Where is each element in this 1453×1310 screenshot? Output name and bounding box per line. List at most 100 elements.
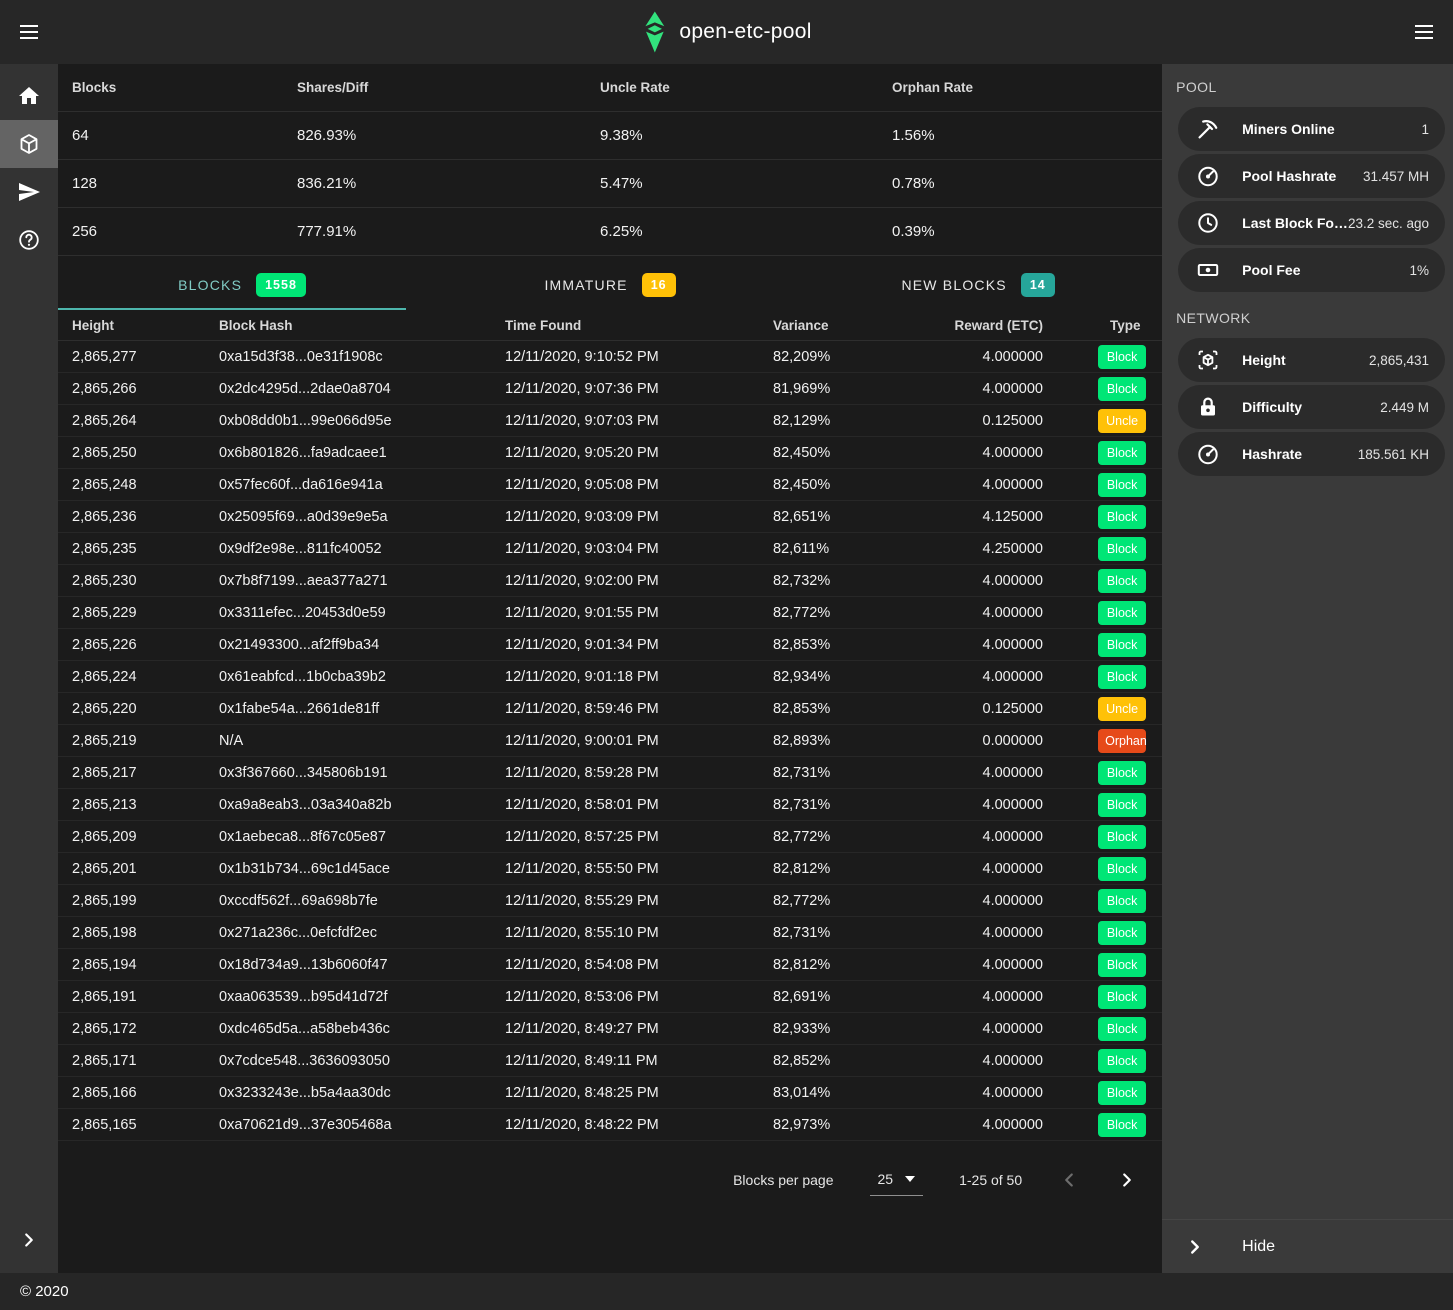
- cell-reward: 4.000000: [906, 381, 1096, 397]
- cell-variance: 82,973%: [759, 1117, 906, 1133]
- table-row: 2,865,166 0x3233243e...b5a4aa30dc 12/11/…: [58, 1077, 1162, 1109]
- cell-reward: 4.000000: [906, 477, 1096, 493]
- cell-variance: 82,611%: [759, 541, 906, 557]
- cell-height: 2,865,220: [58, 701, 205, 717]
- cell-block-hash: 0xa15d3f38...0e31f1908c: [205, 349, 491, 365]
- cell-height: 2,865,226: [58, 637, 205, 653]
- cell-type: Block: [1096, 857, 1162, 881]
- cell-time-found: 12/11/2020, 9:01:55 PM: [491, 605, 759, 621]
- next-page-button[interactable]: [1116, 1169, 1138, 1191]
- cell-height: 2,865,201: [58, 861, 205, 877]
- table-row: 2,865,219 N/A 12/11/2020, 9:00:01 PM 82,…: [58, 725, 1162, 757]
- type-badge: Uncle: [1098, 697, 1146, 721]
- cell-block-hash: 0x1b31b734...69c1d45ace: [205, 861, 491, 877]
- chevron-left-icon: [1058, 1169, 1080, 1191]
- cell-time-found: 12/11/2020, 9:10:52 PM: [491, 349, 759, 365]
- cell-block-hash: 0x271a236c...0efcfdf2ec: [205, 925, 491, 941]
- cell-time-found: 12/11/2020, 9:01:18 PM: [491, 669, 759, 685]
- cell-reward: 0.000000: [906, 733, 1096, 749]
- cell-type: Block: [1096, 953, 1162, 977]
- list-item: Difficulty 2.449 M: [1178, 385, 1445, 429]
- cell-variance: 82,209%: [759, 349, 906, 365]
- tab-blocks[interactable]: BLOCKS 1558: [58, 262, 426, 308]
- luck-stats-table: Blocks Shares/Diff Uncle Rate Orphan Rat…: [58, 64, 1162, 256]
- sidebar-item-help[interactable]: [0, 216, 58, 264]
- per-page-value: 25: [878, 1171, 894, 1187]
- tab-new-blocks[interactable]: NEW BLOCKS 14: [794, 262, 1162, 308]
- tab-immature[interactable]: IMMATURE 16: [426, 262, 794, 308]
- cell-block-hash: 0x3311efec...20453d0e59: [205, 605, 491, 621]
- brand: open-etc-pool: [641, 11, 811, 53]
- cell-time-found: 12/11/2020, 8:57:25 PM: [491, 829, 759, 845]
- type-badge: Uncle: [1098, 409, 1146, 433]
- cell-type: Block: [1096, 1081, 1162, 1105]
- stats-shares-diff-value: 777.91%: [283, 223, 586, 240]
- chevron-right-icon: [1184, 1236, 1206, 1258]
- header-variance: Variance: [759, 318, 906, 333]
- cell-height: 2,865,229: [58, 605, 205, 621]
- cell-reward: 4.000000: [906, 1053, 1096, 1069]
- cell-block-hash: 0x25095f69...a0d39e9e5a: [205, 509, 491, 525]
- page-range: 1-25 of 50: [959, 1172, 1022, 1188]
- immature-count-badge: 16: [642, 273, 676, 297]
- cell-variance: 82,450%: [759, 445, 906, 461]
- cell-height: 2,865,171: [58, 1053, 205, 1069]
- overflow-menu-button[interactable]: [1411, 20, 1437, 44]
- app-window: open-etc-pool: [0, 0, 1453, 1310]
- cell-height: 2,865,248: [58, 477, 205, 493]
- table-row: 2,865,264 0xb08dd0b1...99e066d95e 12/11/…: [58, 405, 1162, 437]
- stats-table-body: 64 826.93% 9.38% 1.56% 128 836.21% 5.47%…: [58, 112, 1162, 256]
- stats-blocks-value: 64: [58, 127, 283, 144]
- cell-time-found: 12/11/2020, 8:53:06 PM: [491, 989, 759, 1005]
- cell-block-hash: 0x21493300...af2ff9ba34: [205, 637, 491, 653]
- sidebar-item-home[interactable]: [0, 72, 58, 120]
- cell-block-hash: 0xa70621d9...37e305468a: [205, 1117, 491, 1133]
- cell-reward: 4.000000: [906, 637, 1096, 653]
- cell-block-hash: 0x9df2e98e...811fc40052: [205, 541, 491, 557]
- cell-type: Block: [1096, 441, 1162, 465]
- stat-label: Difficulty: [1242, 399, 1302, 415]
- cell-type: Block: [1096, 1113, 1162, 1137]
- table-row: 2,865,165 0xa70621d9...37e305468a 12/11/…: [58, 1109, 1162, 1141]
- cell-time-found: 12/11/2020, 8:58:01 PM: [491, 797, 759, 813]
- table-row: 2,865,248 0x57fec60f...da616e941a 12/11/…: [58, 469, 1162, 501]
- cell-variance: 82,933%: [759, 1021, 906, 1037]
- stats-orphan-rate-value: 1.56%: [878, 127, 1162, 144]
- prev-page-button[interactable]: [1058, 1169, 1080, 1191]
- menu-button[interactable]: [16, 20, 42, 44]
- type-badge: Block: [1098, 601, 1146, 625]
- stats-uncle-rate-value: 9.38%: [586, 127, 878, 144]
- hamburger-icon: [1415, 25, 1433, 27]
- clock-icon: [1196, 211, 1220, 235]
- cell-reward: 4.000000: [906, 1117, 1096, 1133]
- type-badge: Block: [1098, 569, 1146, 593]
- table-row: 2,865,229 0x3311efec...20453d0e59 12/11/…: [58, 597, 1162, 629]
- cell-reward: 4.000000: [906, 573, 1096, 589]
- hide-sidebar-button[interactable]: Hide: [1162, 1219, 1453, 1273]
- stats-orphan-rate-value: 0.78%: [878, 175, 1162, 192]
- cell-height: 2,865,236: [58, 509, 205, 525]
- cell-type: Block: [1096, 633, 1162, 657]
- stats-header-orphan-rate: Orphan Rate: [878, 80, 1162, 95]
- per-page-select[interactable]: 25: [870, 1165, 924, 1196]
- sidebar-collapse-button[interactable]: [0, 1229, 58, 1251]
- type-badge: Block: [1098, 1049, 1146, 1073]
- type-badge: Block: [1098, 1017, 1146, 1041]
- type-badge: Block: [1098, 793, 1146, 817]
- table-row: 2,865,198 0x271a236c...0efcfdf2ec 12/11/…: [58, 917, 1162, 949]
- cell-reward: 4.000000: [906, 861, 1096, 877]
- cell-type: Orphan: [1096, 729, 1162, 753]
- cell-block-hash: 0x7cdce548...3636093050: [205, 1053, 491, 1069]
- cell-time-found: 12/11/2020, 9:02:00 PM: [491, 573, 759, 589]
- cell-variance: 82,731%: [759, 925, 906, 941]
- cell-height: 2,865,277: [58, 349, 205, 365]
- stat-label: Pool Fee: [1242, 262, 1300, 278]
- cell-block-hash: 0x6b801826...fa9adcaee1: [205, 445, 491, 461]
- type-badge: Block: [1098, 505, 1146, 529]
- cell-time-found: 12/11/2020, 8:55:10 PM: [491, 925, 759, 941]
- topbar: open-etc-pool: [0, 0, 1453, 64]
- sidebar-item-blocks[interactable]: [0, 120, 58, 168]
- cell-type: Block: [1096, 825, 1162, 849]
- chevron-right-icon: [1116, 1169, 1138, 1191]
- sidebar-item-payments[interactable]: [0, 168, 58, 216]
